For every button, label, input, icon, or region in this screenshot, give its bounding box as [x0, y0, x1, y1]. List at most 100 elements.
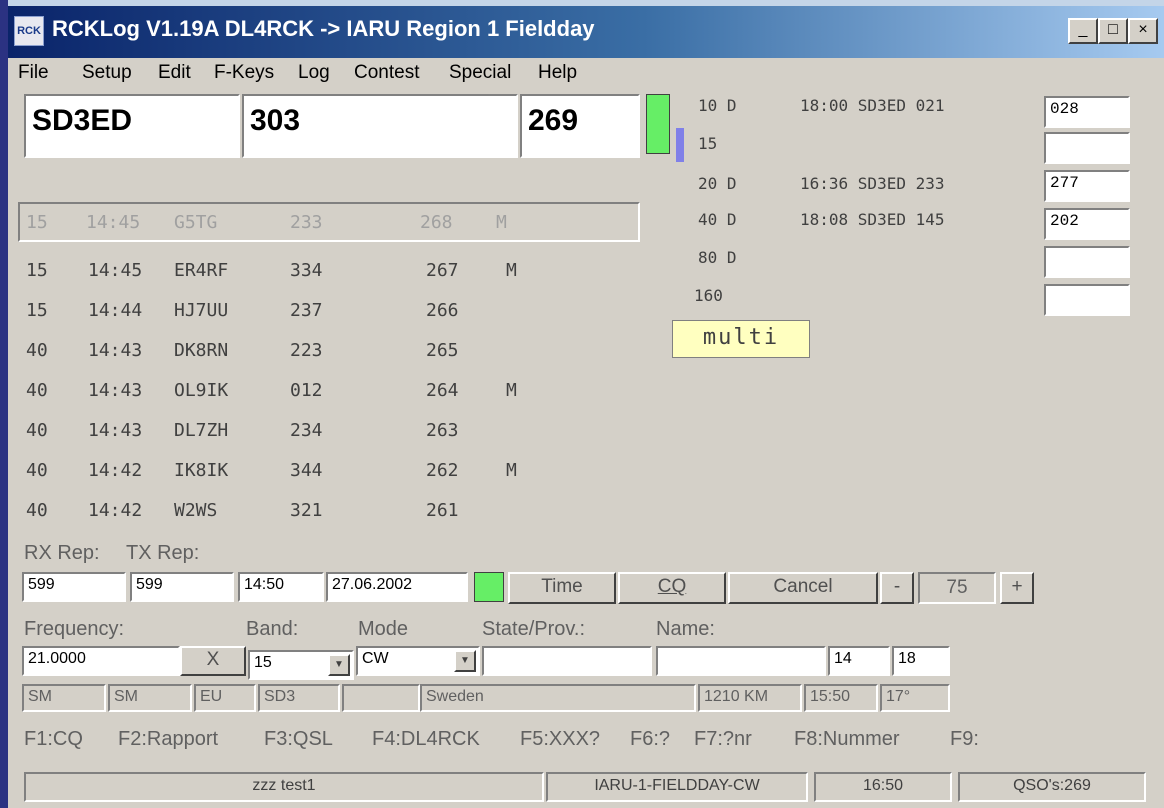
frequency-input[interactable]: 21.0000	[22, 646, 180, 676]
desktop-left-strip	[0, 0, 8, 808]
band-box-80[interactable]	[1044, 246, 1130, 278]
chevron-down-icon[interactable]: ▼	[328, 654, 350, 676]
fkey-f1[interactable]: F1:CQ	[24, 728, 83, 751]
fkey-f3[interactable]: F3:QSL	[264, 728, 333, 751]
band-indicator-blue	[676, 128, 684, 162]
call-input[interactable]: SD3ED	[24, 94, 240, 158]
name-input[interactable]	[656, 646, 826, 676]
time-button[interactable]: Time	[508, 572, 616, 604]
tx-report-input[interactable]: 599	[130, 572, 234, 602]
status-text: zzz test1	[24, 772, 544, 802]
fkey-f9[interactable]: F9:	[950, 728, 979, 751]
date-input[interactable]: 27.06.2002	[326, 572, 468, 602]
fkey-f2[interactable]: F2:Rapport	[118, 728, 218, 751]
mode-label: Mode	[358, 618, 409, 640]
title-bar[interactable]: RCK RCKLog V1.19A DL4RCK -> IARU Region …	[8, 6, 1164, 58]
menu-f-keys[interactable]: F-Keys	[214, 62, 274, 84]
last-qso-nr: 268	[420, 212, 453, 233]
menu-log[interactable]: Log	[298, 62, 330, 84]
continent-field: EU	[194, 684, 256, 712]
last-qso-band: 15	[26, 212, 48, 233]
log-nr: 262	[426, 460, 459, 481]
band-box-40[interactable]: 202	[1044, 208, 1130, 240]
mode-select[interactable]: CW ▼	[356, 646, 480, 676]
band-flag: D	[726, 210, 737, 229]
minimize-button[interactable]: _	[1068, 18, 1098, 44]
band-box-15[interactable]	[1044, 132, 1130, 164]
menu-special[interactable]: Special	[449, 62, 511, 84]
menu-contest[interactable]: Contest	[354, 62, 419, 84]
log-band: 15	[26, 300, 48, 321]
multi-indicator: multi	[672, 320, 810, 358]
main-window: RCK RCKLog V1.19A DL4RCK -> IARU Region …	[8, 6, 1164, 808]
maximize-button[interactable]: □	[1098, 18, 1128, 44]
log-rcvd: 234	[290, 420, 323, 441]
speed-increase-button[interactable]: +	[1000, 572, 1034, 604]
last-qso-rcvd: 233	[290, 212, 323, 233]
band-row-20: 20 D	[698, 174, 737, 193]
band-info-20: 16:36 SD3ED 233	[800, 174, 945, 193]
menu-file[interactable]: File	[18, 62, 49, 84]
fkey-f5[interactable]: F5:XXX?	[520, 728, 600, 751]
log-time: 14:43	[88, 420, 143, 441]
mode-select-value: CW	[362, 650, 389, 667]
band-label: 160	[694, 286, 723, 305]
rx-report-input[interactable]: 599	[22, 572, 126, 602]
menu-help[interactable]: Help	[538, 62, 577, 84]
band-label: 80	[698, 248, 718, 267]
fkey-f7[interactable]: F7:?nr	[694, 728, 752, 751]
log-call: IK8IK	[174, 460, 229, 481]
log-nr: 261	[426, 500, 459, 521]
band-flag: D	[726, 96, 737, 115]
band-info-10: 18:00 SD3ED 021	[800, 96, 945, 115]
chevron-down-icon[interactable]: ▼	[454, 650, 476, 672]
sent-number-input[interactable]: 269	[520, 94, 640, 158]
fkey-f8[interactable]: F8:Nummer	[794, 728, 900, 751]
last-qso-time: 14:45	[86, 212, 141, 233]
name-label: Name:	[656, 618, 715, 640]
band-row-10: 10 D	[698, 96, 737, 115]
fkey-f4[interactable]: F4:DL4RCK	[372, 728, 480, 751]
log-call: HJ7UU	[174, 300, 229, 321]
frequency-label: Frequency:	[24, 618, 125, 640]
log-nr: 264	[426, 380, 459, 401]
last-qso-call: G5TG	[174, 212, 218, 233]
close-button[interactable]: ×	[1128, 18, 1158, 44]
log-mult: M	[506, 460, 517, 481]
log-nr: 267	[426, 260, 459, 281]
log-mult: M	[506, 380, 517, 401]
last-qso-box[interactable]: 15 14:45 G5TG 233 268 M	[18, 202, 640, 242]
status-qso-count: QSO's:269	[958, 772, 1146, 802]
menu-bar: File Setup Edit F-Keys Log Contest Speci…	[8, 58, 1164, 90]
window-title: RCKLog V1.19A DL4RCK -> IARU Region 1 Fi…	[52, 16, 595, 41]
blank-info-field	[342, 684, 420, 712]
log-time: 14:43	[88, 380, 143, 401]
band-box-20[interactable]: 277	[1044, 170, 1130, 202]
menu-edit[interactable]: Edit	[158, 62, 191, 84]
extra-field-2[interactable]: 18	[892, 646, 950, 676]
cancel-button[interactable]: Cancel	[728, 572, 878, 604]
status-indicator-green	[646, 94, 670, 154]
band-box-160[interactable]	[1044, 284, 1130, 316]
band-select[interactable]: 15 ▼	[248, 650, 354, 680]
log-call: ER4RF	[174, 260, 229, 281]
menu-setup[interactable]: Setup	[82, 62, 132, 84]
log-rcvd: 334	[290, 260, 323, 281]
area-field: SD3	[258, 684, 340, 712]
clear-frequency-button[interactable]: X	[180, 646, 246, 676]
speed-decrease-button[interactable]: -	[880, 572, 914, 604]
band-flag: D	[726, 248, 737, 267]
fkey-f6[interactable]: F6:?	[630, 728, 670, 751]
cq-button[interactable]: CQ	[618, 572, 726, 604]
log-nr: 265	[426, 340, 459, 361]
band-label: Band:	[246, 618, 299, 640]
log-call: W2WS	[174, 500, 218, 521]
distance-field: 1210 KM	[698, 684, 802, 712]
received-number-input[interactable]: 303	[242, 94, 518, 158]
state-prov-input[interactable]	[482, 646, 652, 676]
app-icon[interactable]: RCK	[14, 16, 44, 46]
band-box-10[interactable]: 028	[1044, 96, 1130, 128]
time-input[interactable]: 14:50	[238, 572, 324, 602]
extra-field-1[interactable]: 14	[828, 646, 890, 676]
log-call: OL9IK	[174, 380, 229, 401]
